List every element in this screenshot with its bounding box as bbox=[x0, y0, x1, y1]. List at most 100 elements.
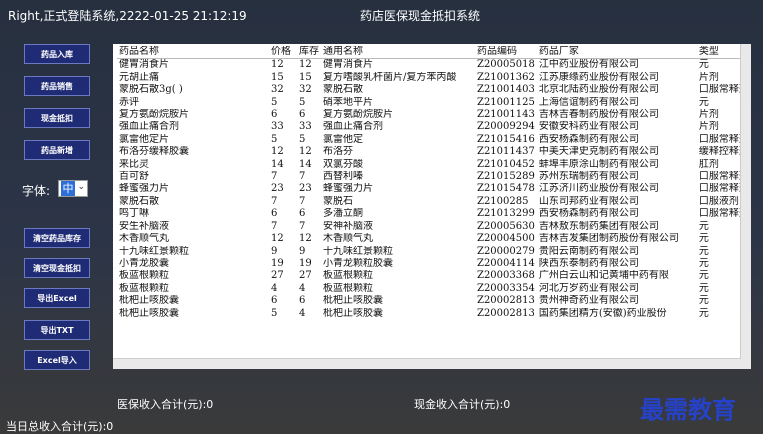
export-txt-button[interactable]: 导出TXT bbox=[24, 320, 90, 340]
column-header[interactable]: 药品厂家 bbox=[536, 46, 697, 60]
import-excel-button[interactable]: Excel导入 bbox=[24, 350, 90, 370]
table-row[interactable]: 鸣丁啉 6 6 多潘立酮 Z21013299 西安杨森制药有限公司 口服常释剂 bbox=[117, 208, 751, 220]
table-cell: 江苏康缘药业股份有限公司 bbox=[538, 71, 659, 83]
table-row[interactable]: 蜂蜜强力片 23 23 蜂蜜强力片 Z21015478 江苏济川药业股份有限公司 口服常释剂 bbox=[117, 183, 751, 195]
table-cell: 19 bbox=[271, 257, 284, 269]
table-cell: 19 bbox=[299, 257, 312, 269]
table-cell: 上海信谊制药有限公司 bbox=[538, 96, 639, 108]
table-cell: 国药集团精方(安徽)药业股份 bbox=[538, 307, 667, 319]
table-cell: 6 bbox=[271, 295, 278, 307]
table-cell: Z21015289 bbox=[477, 171, 535, 183]
vertical-scrollbar[interactable] bbox=[740, 44, 751, 369]
table-cell: 5 bbox=[271, 96, 278, 108]
table-row[interactable]: 十九味红景颗粒 9 9 十九味红景颗粒 Z20000279 贵阳云南制药有限公司元 bbox=[117, 246, 751, 258]
table-cell: 枇杷止咳胶囊 bbox=[119, 307, 179, 319]
table-cell: 蒙脱石散3g( ) bbox=[119, 84, 183, 96]
table-cell: 15 bbox=[271, 71, 284, 83]
table-cell: 氯雷他定片 bbox=[119, 133, 169, 145]
table-cell: Z20002813 bbox=[477, 307, 535, 319]
export-excel-button[interactable]: 导出Excel bbox=[24, 288, 90, 308]
table-cell: 小青龙胶囊 bbox=[119, 257, 169, 269]
table-row[interactable]: 板蓝根颗粒 4 4 板蓝根颗粒 Z20003354 河北万岁药业有限公司元 bbox=[117, 283, 751, 295]
table-cell: 木香顺气丸 bbox=[119, 233, 169, 245]
table-cell: 9 bbox=[271, 245, 278, 257]
table-cell: 布洛芬缓释胶囊 bbox=[119, 146, 189, 158]
table-cell: 枇杷止咳胶囊 bbox=[323, 295, 383, 307]
table-cell: 元胡止痛 bbox=[119, 71, 159, 83]
table-row[interactable]: 木香顺气丸 12 12 木香顺气丸 Z20004500 吉林吉发集团制药股份有限公司元 bbox=[117, 233, 751, 245]
table-cell: Z21015416 bbox=[477, 133, 535, 145]
column-header[interactable]: 药品名称 bbox=[117, 46, 269, 60]
table-cell: 4 bbox=[271, 282, 278, 294]
column-header[interactable]: 库存 bbox=[297, 46, 321, 60]
font-select[interactable]: 中 ⌄ bbox=[58, 180, 88, 197]
table-cell: 枇杷止咳胶囊 bbox=[119, 295, 179, 307]
table-cell: 27 bbox=[271, 270, 284, 282]
sale-button[interactable]: 药品销售 bbox=[24, 76, 90, 96]
table-row[interactable]: 小青龙胶囊 19 19 小青龙颗粒胶囊 Z20004114 陕西东泰制药有限公司元 bbox=[117, 258, 751, 270]
table-row[interactable]: 蒙脱石散 7 7 蒙脱石 Z2100285 山东司邦药业有限公司 口服液剂 bbox=[117, 196, 751, 208]
table-row[interactable]: 复方氨酚烷胺片 6 6 复方氨酚烷胺片 Z21001143 吉林吉春制药股份有限公司 片剂 bbox=[117, 109, 751, 121]
table-cell: 14 bbox=[271, 158, 284, 170]
table-cell: 健胃消食片 bbox=[119, 59, 169, 71]
table-cell: 9 bbox=[299, 245, 306, 257]
column-header[interactable]: 药品编码 bbox=[475, 46, 537, 60]
table-row[interactable]: 安生补脑液 7 7 安神补脑液 Z20005630 吉林敖东制药集团有限公司元 bbox=[117, 221, 751, 233]
table-row[interactable]: 来比灵 14 14 双氯芬酸 Z21010452 蚌埠丰原涂山制药有限公司 肛剂 bbox=[117, 159, 751, 171]
table-cell: Z20003354 bbox=[477, 282, 535, 294]
table-cell: 强血止痛合剂 bbox=[323, 121, 383, 133]
table-body: 健胃消食片 12 12 健胃消食片 Z20005018 江中药业股份有限公司元元胡止痛 15… bbox=[117, 59, 751, 320]
table-cell: Z20004114 bbox=[477, 257, 535, 269]
table-cell: 百可舒 bbox=[119, 171, 149, 183]
table-cell: Z21001143 bbox=[477, 109, 535, 121]
table-cell: 5 bbox=[271, 307, 278, 319]
table-cell: 安徽安科药业有限公司 bbox=[538, 121, 639, 133]
table-cell: 吉林敖东制药集团有限公司 bbox=[538, 220, 659, 232]
clear-cash-button[interactable]: 清空现金抵扣 bbox=[24, 258, 90, 278]
table-cell: 健胃消食片 bbox=[323, 59, 373, 71]
table-cell: 多潘立酮 bbox=[323, 208, 363, 220]
table-cell: 蚌埠丰原涂山制药有限公司 bbox=[538, 158, 659, 170]
table-row[interactable]: 板蓝根颗粒 27 27 板蓝根颗粒 Z20003368 广州白云山和记黄埔中药有限元 bbox=[117, 270, 751, 282]
table-row[interactable]: 强血止痛合剂 33 33 强血止痛合剂 Z20009294 安徽安科药业有限公司 片剂 bbox=[117, 121, 751, 133]
clear-stock-button[interactable]: 清空药品库存 bbox=[24, 228, 90, 248]
add-drug-button[interactable]: 药品新增 bbox=[24, 140, 90, 160]
table-row[interactable]: 氯雷他定片 5 5 氯雷他定 Z21015416 西安杨森制药有限公司 口服常释剂 bbox=[117, 134, 751, 146]
table-cell: 复方氨酚烷胺片 bbox=[323, 109, 393, 121]
table-cell: 32 bbox=[271, 84, 284, 96]
table-cell: 枇杷止咳胶囊 bbox=[323, 307, 383, 319]
table-cell: 6 bbox=[271, 208, 278, 220]
horizontal-scrollbar[interactable] bbox=[113, 358, 741, 369]
drug-table-panel[interactable]: 药品名称 价格 库存 通用名称 药品编码 药品厂家 类型 健胃消食片 12 12 健胃… bbox=[113, 44, 751, 369]
table-cell: 4 bbox=[299, 307, 306, 319]
watermark-text: 最需教育 bbox=[640, 395, 736, 424]
column-header[interactable]: 价格 bbox=[269, 46, 297, 60]
table-cell: 板蓝根颗粒 bbox=[119, 270, 169, 282]
table-header-row: 药品名称 价格 库存 通用名称 药品编码 药品厂家 类型 bbox=[117, 46, 751, 60]
table-cell: 小青龙颗粒胶囊 bbox=[323, 257, 393, 269]
stock-in-button[interactable]: 药品入库 bbox=[24, 44, 90, 64]
table-cell: 吉林吉发集团制药股份有限公司 bbox=[538, 233, 679, 245]
table-row[interactable]: 健胃消食片 12 12 健胃消食片 Z20005018 江中药业股份有限公司元 bbox=[117, 59, 751, 72]
app-title: 药店医保现金抵扣系统 bbox=[359, 9, 480, 23]
table-row[interactable]: 元胡止痛 15 15 复方嗜酸乳杆菌片/复方苯丙酸 Z21001362 江苏康缘药业股份有… bbox=[117, 72, 751, 84]
cash-deduct-button[interactable]: 现金抵扣 bbox=[24, 108, 90, 128]
table-row[interactable]: 枇杷止咳胶囊 6 6 枇杷止咳胶囊 Z20002813 贵州神奇药业有限公司元 bbox=[117, 295, 751, 307]
table-cell: 27 bbox=[299, 270, 312, 282]
table-cell: 蒙脱石散 bbox=[323, 84, 363, 96]
table-cell: 14 bbox=[299, 158, 312, 170]
table-row[interactable]: 布洛芬缓释胶囊 12 12 布洛芬 Z21011437 中美天津史克制药有限公司 缓释控释剂 bbox=[117, 146, 751, 158]
table-row[interactable]: 赤评 5 5 硝苯地平片 Z21001125 上海信谊制药有限公司元 bbox=[117, 97, 751, 109]
table-cell: 6 bbox=[299, 208, 306, 220]
cash-total: 现金收入合计(元):0 bbox=[414, 398, 511, 411]
table-cell: 12 bbox=[299, 59, 312, 71]
table-cell: 蜂蜜强力片 bbox=[323, 183, 373, 195]
table-row[interactable]: 枇杷止咳胶囊 5 4 枇杷止咳胶囊 Z20002813 国药集团精方(安徽)药业股份元 bbox=[117, 308, 751, 320]
column-header[interactable]: 通用名称 bbox=[321, 46, 475, 60]
table-cell: Z21015478 bbox=[477, 183, 535, 195]
table-cell: Z21001125 bbox=[477, 96, 535, 108]
table-cell: 7 bbox=[299, 171, 306, 183]
table-row[interactable]: 蒙脱石散3g( ) 32 32 蒙脱石散 Z21001403 北京北陆药业股份有限公司 口服… bbox=[117, 84, 751, 96]
table-cell: 33 bbox=[299, 121, 312, 133]
table-row[interactable]: 百可舒 7 7 西替利嗪 Z21015289 苏州东瑞制药有限公司 口服常释剂 bbox=[117, 171, 751, 183]
